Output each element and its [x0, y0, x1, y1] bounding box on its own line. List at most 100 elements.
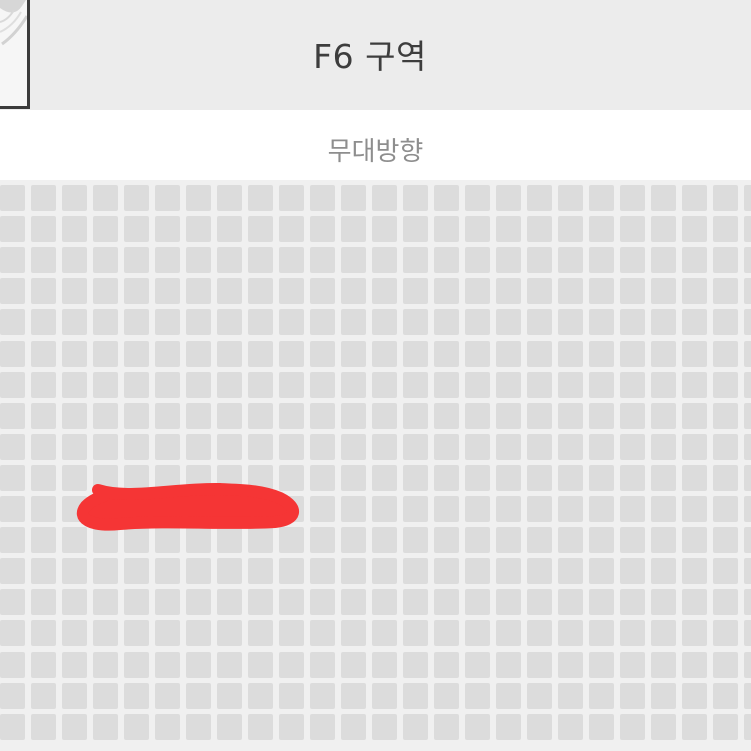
seat[interactable] — [248, 651, 273, 678]
seat[interactable] — [744, 216, 751, 243]
seat[interactable] — [372, 185, 397, 211]
seat[interactable] — [0, 340, 25, 367]
seat[interactable] — [434, 278, 459, 305]
seat[interactable] — [620, 651, 645, 678]
seat[interactable] — [744, 682, 751, 709]
seat[interactable] — [0, 402, 25, 429]
seat[interactable] — [496, 185, 521, 211]
seat[interactable] — [93, 433, 118, 460]
seat[interactable] — [279, 589, 304, 616]
seat[interactable] — [744, 713, 751, 740]
seat[interactable] — [434, 216, 459, 243]
seat[interactable] — [93, 527, 118, 554]
seat[interactable] — [682, 589, 707, 616]
seat[interactable] — [713, 713, 738, 740]
seat[interactable] — [713, 402, 738, 429]
seat[interactable] — [434, 247, 459, 274]
seat[interactable] — [403, 464, 428, 491]
seat[interactable] — [248, 496, 273, 522]
seat[interactable] — [558, 278, 583, 305]
seat[interactable] — [310, 682, 335, 709]
seat[interactable] — [651, 682, 676, 709]
seat[interactable] — [651, 433, 676, 460]
seat[interactable] — [372, 464, 397, 491]
seat[interactable] — [248, 589, 273, 616]
seat[interactable] — [124, 309, 149, 336]
seat[interactable] — [744, 247, 751, 274]
seat[interactable] — [682, 496, 707, 522]
seat[interactable] — [186, 340, 211, 367]
seat[interactable] — [310, 433, 335, 460]
seat[interactable] — [744, 402, 751, 429]
seat[interactable] — [496, 589, 521, 616]
seat[interactable] — [527, 527, 552, 554]
seat[interactable] — [496, 682, 521, 709]
seat[interactable] — [186, 464, 211, 491]
seat[interactable] — [651, 402, 676, 429]
seat[interactable] — [713, 527, 738, 554]
seat[interactable] — [527, 620, 552, 647]
seat[interactable] — [31, 309, 56, 336]
seat[interactable] — [651, 464, 676, 491]
seat[interactable] — [279, 558, 304, 585]
seat[interactable] — [372, 651, 397, 678]
seat[interactable] — [465, 247, 490, 274]
seat[interactable] — [93, 558, 118, 585]
seat[interactable] — [434, 651, 459, 678]
seat[interactable] — [186, 216, 211, 243]
seat[interactable] — [248, 309, 273, 336]
seat[interactable] — [186, 682, 211, 709]
seat[interactable] — [124, 620, 149, 647]
seat[interactable] — [62, 371, 87, 398]
seat[interactable] — [434, 713, 459, 740]
seat[interactable] — [744, 185, 751, 211]
seat[interactable] — [620, 216, 645, 243]
seat[interactable] — [558, 216, 583, 243]
seat[interactable] — [620, 371, 645, 398]
seat[interactable] — [124, 558, 149, 585]
seat[interactable] — [496, 496, 521, 522]
seat[interactable] — [217, 247, 242, 274]
seat[interactable] — [31, 185, 56, 211]
seat[interactable] — [279, 278, 304, 305]
seat[interactable] — [589, 247, 614, 274]
seat[interactable] — [310, 496, 335, 522]
seat[interactable] — [31, 402, 56, 429]
seat[interactable] — [31, 496, 56, 522]
seat[interactable] — [124, 278, 149, 305]
seat[interactable] — [31, 682, 56, 709]
seat[interactable] — [341, 496, 366, 522]
seat[interactable] — [310, 278, 335, 305]
seat[interactable] — [558, 496, 583, 522]
seat[interactable] — [620, 433, 645, 460]
seat[interactable] — [682, 371, 707, 398]
seat[interactable] — [0, 309, 25, 336]
seat[interactable] — [31, 527, 56, 554]
seat[interactable] — [341, 682, 366, 709]
seat[interactable] — [31, 713, 56, 740]
seat[interactable] — [217, 278, 242, 305]
seat[interactable] — [527, 433, 552, 460]
seat[interactable] — [372, 682, 397, 709]
seat[interactable] — [589, 309, 614, 336]
seat[interactable] — [465, 651, 490, 678]
seat[interactable] — [496, 278, 521, 305]
seat[interactable] — [62, 558, 87, 585]
seat[interactable] — [465, 185, 490, 211]
seat[interactable] — [310, 402, 335, 429]
seat[interactable] — [465, 496, 490, 522]
seat[interactable] — [372, 340, 397, 367]
seat[interactable] — [186, 247, 211, 274]
seat[interactable] — [682, 402, 707, 429]
seat[interactable] — [403, 527, 428, 554]
seat[interactable] — [186, 713, 211, 740]
seat[interactable] — [62, 216, 87, 243]
seat[interactable] — [403, 651, 428, 678]
seat[interactable] — [93, 402, 118, 429]
seat[interactable] — [496, 433, 521, 460]
seat[interactable] — [527, 682, 552, 709]
seat[interactable] — [682, 340, 707, 367]
seat[interactable] — [124, 371, 149, 398]
seat[interactable] — [31, 433, 56, 460]
seat[interactable] — [279, 527, 304, 554]
